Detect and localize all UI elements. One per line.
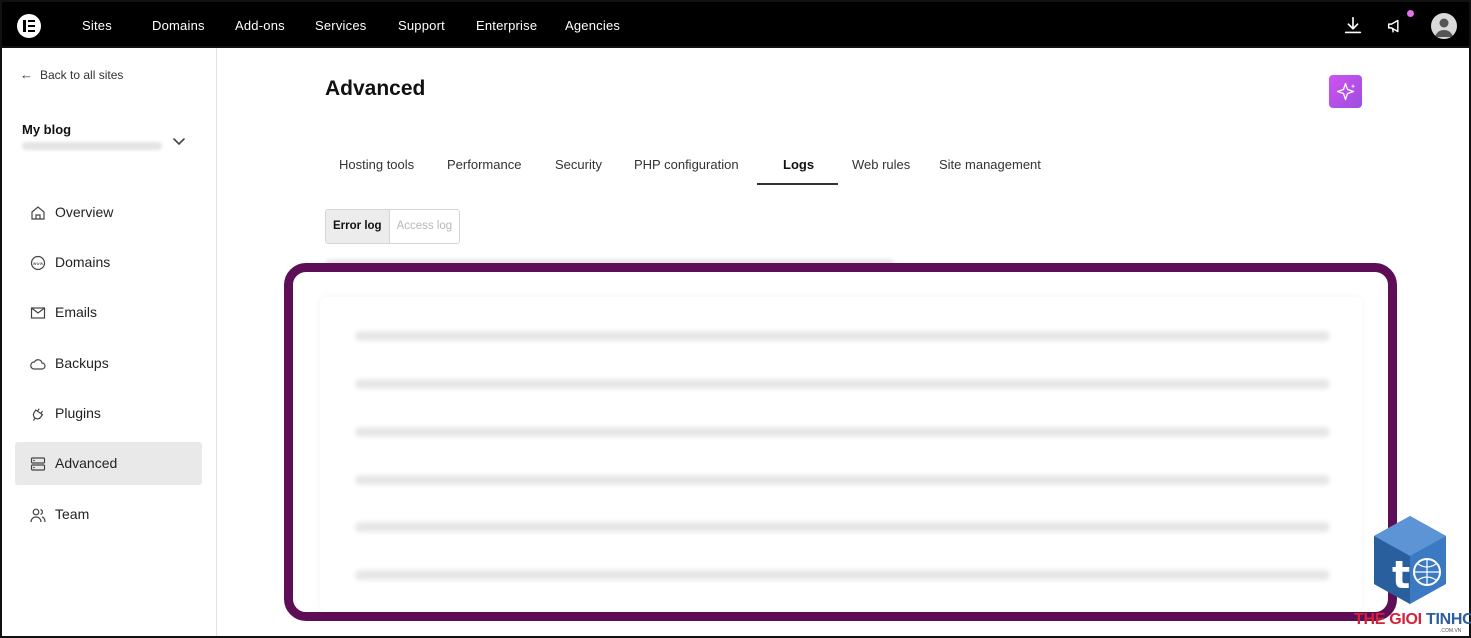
tab-security[interactable]: Security <box>555 152 602 187</box>
cloud-icon <box>30 359 46 370</box>
svg-text:www: www <box>33 261 44 266</box>
sidebar-item-label: Team <box>55 506 90 522</box>
site-url-redacted <box>22 142 162 150</box>
sidebar: ← Back to all sites My blog Overview www … <box>2 48 217 636</box>
log-line-blurred <box>355 331 1330 341</box>
server-icon <box>30 457 46 471</box>
log-line-blurred <box>355 427 1330 437</box>
watermark-brand-blue: TINHOC <box>1425 611 1471 628</box>
sidebar-item-label: Advanced <box>55 455 118 471</box>
nav-services[interactable]: Services <box>315 18 366 33</box>
tab-php-configuration[interactable]: PHP configuration <box>634 152 739 187</box>
sidebar-item-plugins[interactable]: Plugins <box>15 392 202 435</box>
tab-performance[interactable]: Performance <box>447 152 521 187</box>
tab-logs[interactable]: Logs <box>783 152 814 187</box>
ai-assistant-button[interactable] <box>1329 75 1362 108</box>
www-globe-icon: www <box>30 255 46 271</box>
sidebar-item-label: Backups <box>55 355 109 371</box>
log-line-blurred <box>355 475 1330 485</box>
nav-agencies[interactable]: Agencies <box>565 18 620 33</box>
error-log-button[interactable]: Error log <box>326 210 390 243</box>
sparkle-icon <box>1336 82 1356 101</box>
plug-icon <box>32 408 44 421</box>
top-navigation-bar: Sites Domains Add-ons Services Support E… <box>0 0 1471 48</box>
users-icon <box>30 508 46 523</box>
error-log-panel <box>320 297 1362 611</box>
log-line-blurred <box>355 570 1330 580</box>
user-silhouette-icon <box>1435 18 1453 37</box>
sidebar-item-team[interactable]: Team <box>15 493 202 536</box>
tab-hosting-tools[interactable]: Hosting tools <box>339 152 414 187</box>
sidebar-item-emails[interactable]: Emails <box>15 291 202 334</box>
envelope-icon <box>30 307 46 319</box>
sidebar-item-label: Domains <box>55 254 111 270</box>
download-icon[interactable] <box>1342 15 1364 37</box>
log-line-blurred <box>355 522 1330 532</box>
sidebar-item-label: Emails <box>55 304 98 320</box>
chevron-down-icon[interactable] <box>170 132 188 150</box>
nav-enterprise[interactable]: Enterprise <box>476 18 537 33</box>
back-label: Back to all sites <box>40 68 124 82</box>
access-log-button[interactable]: Access log <box>389 210 460 243</box>
nav-add-ons[interactable]: Add-ons <box>235 18 285 33</box>
tab-site-management[interactable]: Site management <box>939 152 1041 187</box>
sidebar-item-label: Overview <box>55 204 114 220</box>
log-line-blurred <box>355 379 1330 389</box>
watermark-text: THE GIOI TINHOC <box>1354 611 1471 629</box>
nav-support[interactable]: Support <box>398 18 445 33</box>
home-icon <box>31 206 45 220</box>
sidebar-item-overview[interactable]: Overview <box>15 191 202 234</box>
elementor-logo-icon[interactable] <box>17 14 41 38</box>
watermark-brand-red: THE GIOI <box>1354 611 1422 628</box>
nav-sites[interactable]: Sites <box>82 18 112 33</box>
arrow-left-icon: ← <box>20 67 33 82</box>
page-title: Advanced <box>325 77 426 100</box>
tab-web-rules[interactable]: Web rules <box>852 152 910 187</box>
log-type-toggle: Error log Access log <box>325 209 461 244</box>
site-name: My blog <box>22 122 72 137</box>
user-avatar-icon[interactable] <box>1431 13 1457 39</box>
active-tab-indicator <box>757 183 838 185</box>
sidebar-item-domains[interactable]: www Domains <box>15 241 202 284</box>
nav-domains[interactable]: Domains <box>152 18 205 33</box>
sidebar-item-label: Plugins <box>55 405 101 421</box>
notification-dot <box>1407 10 1414 17</box>
sidebar-item-advanced[interactable]: Advanced <box>15 442 202 485</box>
megaphone-icon[interactable] <box>1385 15 1407 37</box>
sidebar-item-backups[interactable]: Backups <box>15 342 202 385</box>
watermark-domain: .COM.VN <box>1440 628 1462 634</box>
svg-text:t: t <box>1392 553 1410 597</box>
back-to-all-sites-link[interactable]: ← Back to all sites <box>20 67 123 82</box>
